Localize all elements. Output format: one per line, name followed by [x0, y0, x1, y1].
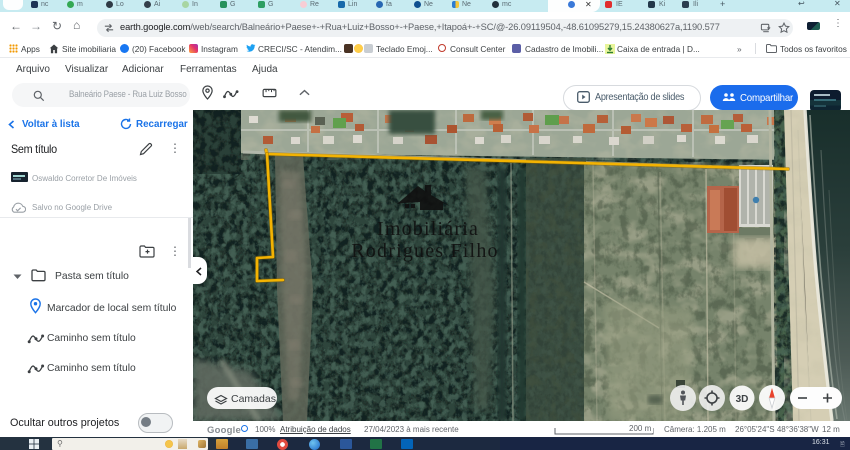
- svg-text:Camadas: Camadas: [231, 393, 276, 405]
- svg-text:Imobiliária: Imobiliária: [377, 218, 479, 240]
- svg-text:3D: 3D: [736, 394, 749, 405]
- svg-text:Rodrigues Filho: Rodrigues Filho: [351, 240, 498, 262]
